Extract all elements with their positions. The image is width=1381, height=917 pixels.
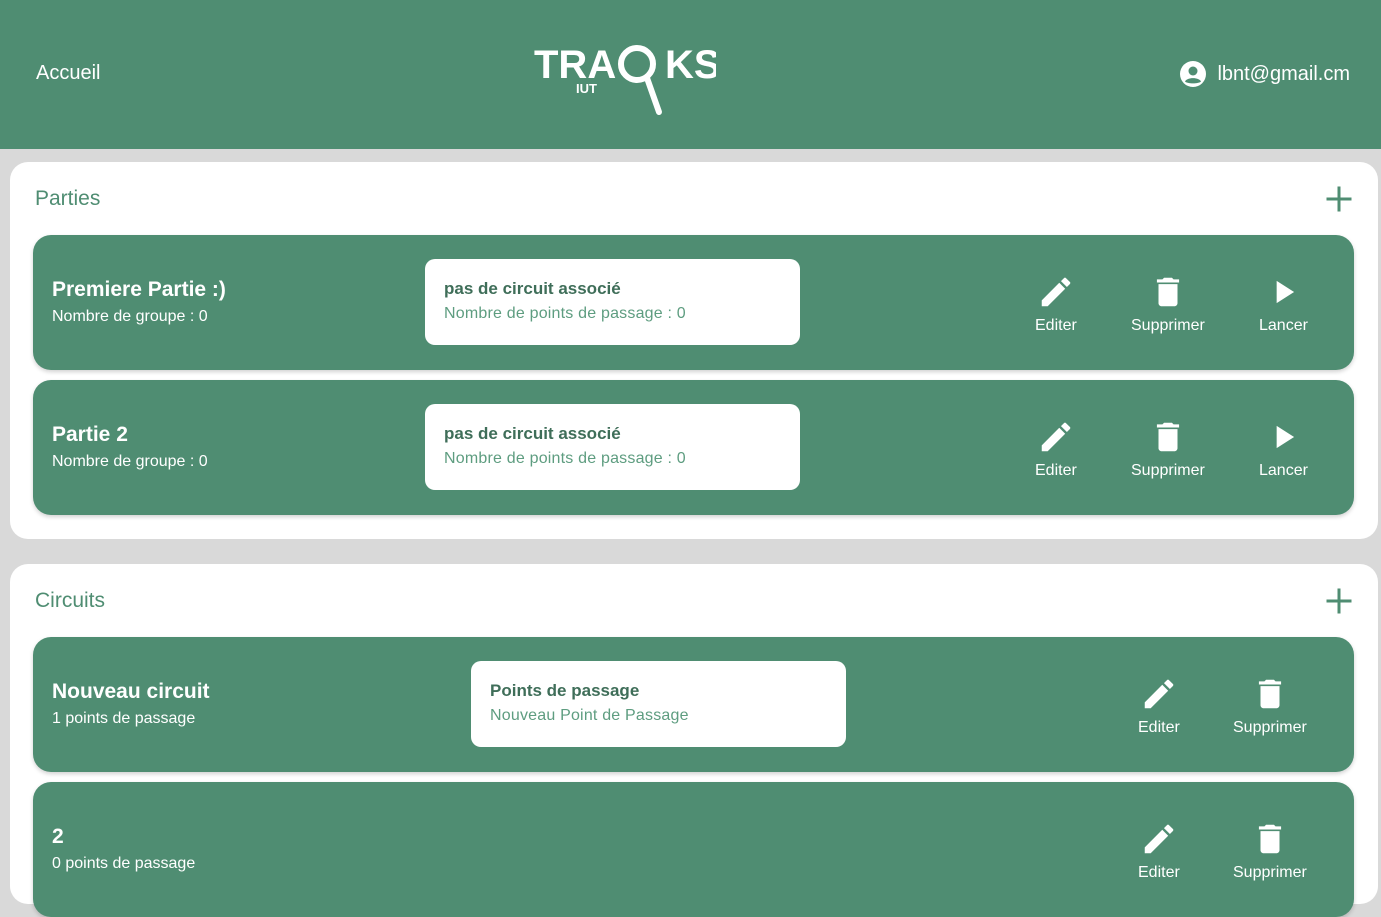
- circuit-card: 2 0 points de passage Editer Supprimer: [33, 782, 1354, 917]
- partie-name: Partie 2: [52, 423, 128, 446]
- circuit-status: pas de circuit associé: [444, 424, 621, 443]
- edit-button[interactable]: Editer: [1138, 820, 1180, 882]
- logo-text-ks: KS: [665, 43, 716, 87]
- edit-button[interactable]: Editer: [1035, 418, 1077, 480]
- home-link[interactable]: Accueil: [36, 62, 100, 85]
- circuit-points-count: Nombre de points de passage : 0: [444, 305, 686, 322]
- play-icon: [1277, 280, 1295, 304]
- trash-icon: [1258, 824, 1281, 854]
- circuit-status: pas de circuit associé: [444, 279, 621, 298]
- edit-button[interactable]: Editer: [1035, 273, 1077, 335]
- play-icon: [1277, 425, 1295, 449]
- magnifier-handle: [644, 75, 662, 115]
- delete-label: Supprimer: [1131, 317, 1205, 334]
- circuits-title: Circuits: [35, 589, 106, 612]
- partie-card: Premiere Partie :) Nombre de groupe : 0 …: [33, 235, 1354, 370]
- circuits-panel: Circuits Nouveau circuit 1 points de pas…: [10, 564, 1378, 917]
- delete-label: Supprimer: [1233, 719, 1307, 736]
- pencil-icon: [1041, 422, 1071, 452]
- edit-label: Editer: [1138, 719, 1180, 736]
- pencil-icon: [1144, 824, 1174, 854]
- trash-icon: [1156, 277, 1179, 307]
- user-menu[interactable]: lbnt@gmail.cm: [1179, 60, 1350, 88]
- delete-button[interactable]: Supprimer: [1233, 675, 1307, 737]
- edit-label: Editer: [1035, 462, 1077, 479]
- delete-label: Supprimer: [1131, 462, 1205, 479]
- delete-button[interactable]: Supprimer: [1233, 820, 1307, 882]
- add-circuit-button[interactable]: [1326, 588, 1352, 614]
- edit-label: Editer: [1035, 317, 1077, 334]
- partie-name: Premiere Partie :): [52, 278, 226, 301]
- delete-button[interactable]: Supprimer: [1131, 273, 1205, 335]
- parties-title: Parties: [35, 187, 101, 210]
- edit-button[interactable]: Editer: [1138, 675, 1180, 737]
- edit-label: Editer: [1138, 864, 1180, 881]
- launch-button[interactable]: Lancer: [1259, 418, 1308, 480]
- account-icon: [1180, 61, 1207, 87]
- pencil-icon: [1144, 679, 1174, 709]
- user-email: lbnt@gmail.cm: [1217, 62, 1350, 85]
- partie-group-count: Nombre de groupe : 0: [52, 308, 208, 325]
- partie-circuit-box[interactable]: pas de circuit associé Nombre de points …: [425, 404, 800, 490]
- pencil-icon: [1041, 277, 1071, 307]
- waypoints-title: Points de passage: [490, 681, 640, 700]
- launch-label: Lancer: [1259, 462, 1308, 479]
- partie-group-count: Nombre de groupe : 0: [52, 453, 208, 470]
- circuit-name: 2: [52, 825, 64, 848]
- circuit-points-count: 1 points de passage: [52, 710, 196, 727]
- circuit-points-count: Nombre de points de passage : 0: [444, 450, 686, 467]
- circuit-points-count: 0 points de passage: [52, 855, 196, 872]
- parties-panel: Parties Premiere Partie :) Nombre de gro…: [10, 162, 1378, 539]
- magnifier-icon: [618, 45, 656, 83]
- top-bar: Accueil TRA KS IUT lbnt@gmail.cm: [0, 0, 1381, 149]
- logo-subtext: IUT: [576, 81, 597, 96]
- plus-icon: [1326, 588, 1352, 614]
- trash-icon: [1156, 422, 1179, 452]
- tracks-logo[interactable]: TRA KS IUT: [534, 38, 716, 116]
- waypoint-item: Nouveau Point de Passage: [490, 707, 689, 724]
- launch-label: Lancer: [1259, 317, 1308, 334]
- delete-label: Supprimer: [1233, 864, 1307, 881]
- circuit-card: Nouveau circuit 1 points de passage Poin…: [33, 637, 1354, 772]
- circuit-name: Nouveau circuit: [52, 680, 210, 703]
- partie-circuit-box[interactable]: pas de circuit associé Nombre de points …: [425, 259, 800, 345]
- trash-icon: [1258, 679, 1281, 709]
- add-partie-button[interactable]: [1326, 186, 1352, 212]
- plus-icon: [1326, 186, 1352, 212]
- waypoints-box[interactable]: Points de passage Nouveau Point de Passa…: [471, 661, 846, 747]
- partie-card: Partie 2 Nombre de groupe : 0 pas de cir…: [33, 380, 1354, 515]
- launch-button[interactable]: Lancer: [1259, 273, 1308, 335]
- delete-button[interactable]: Supprimer: [1131, 418, 1205, 480]
